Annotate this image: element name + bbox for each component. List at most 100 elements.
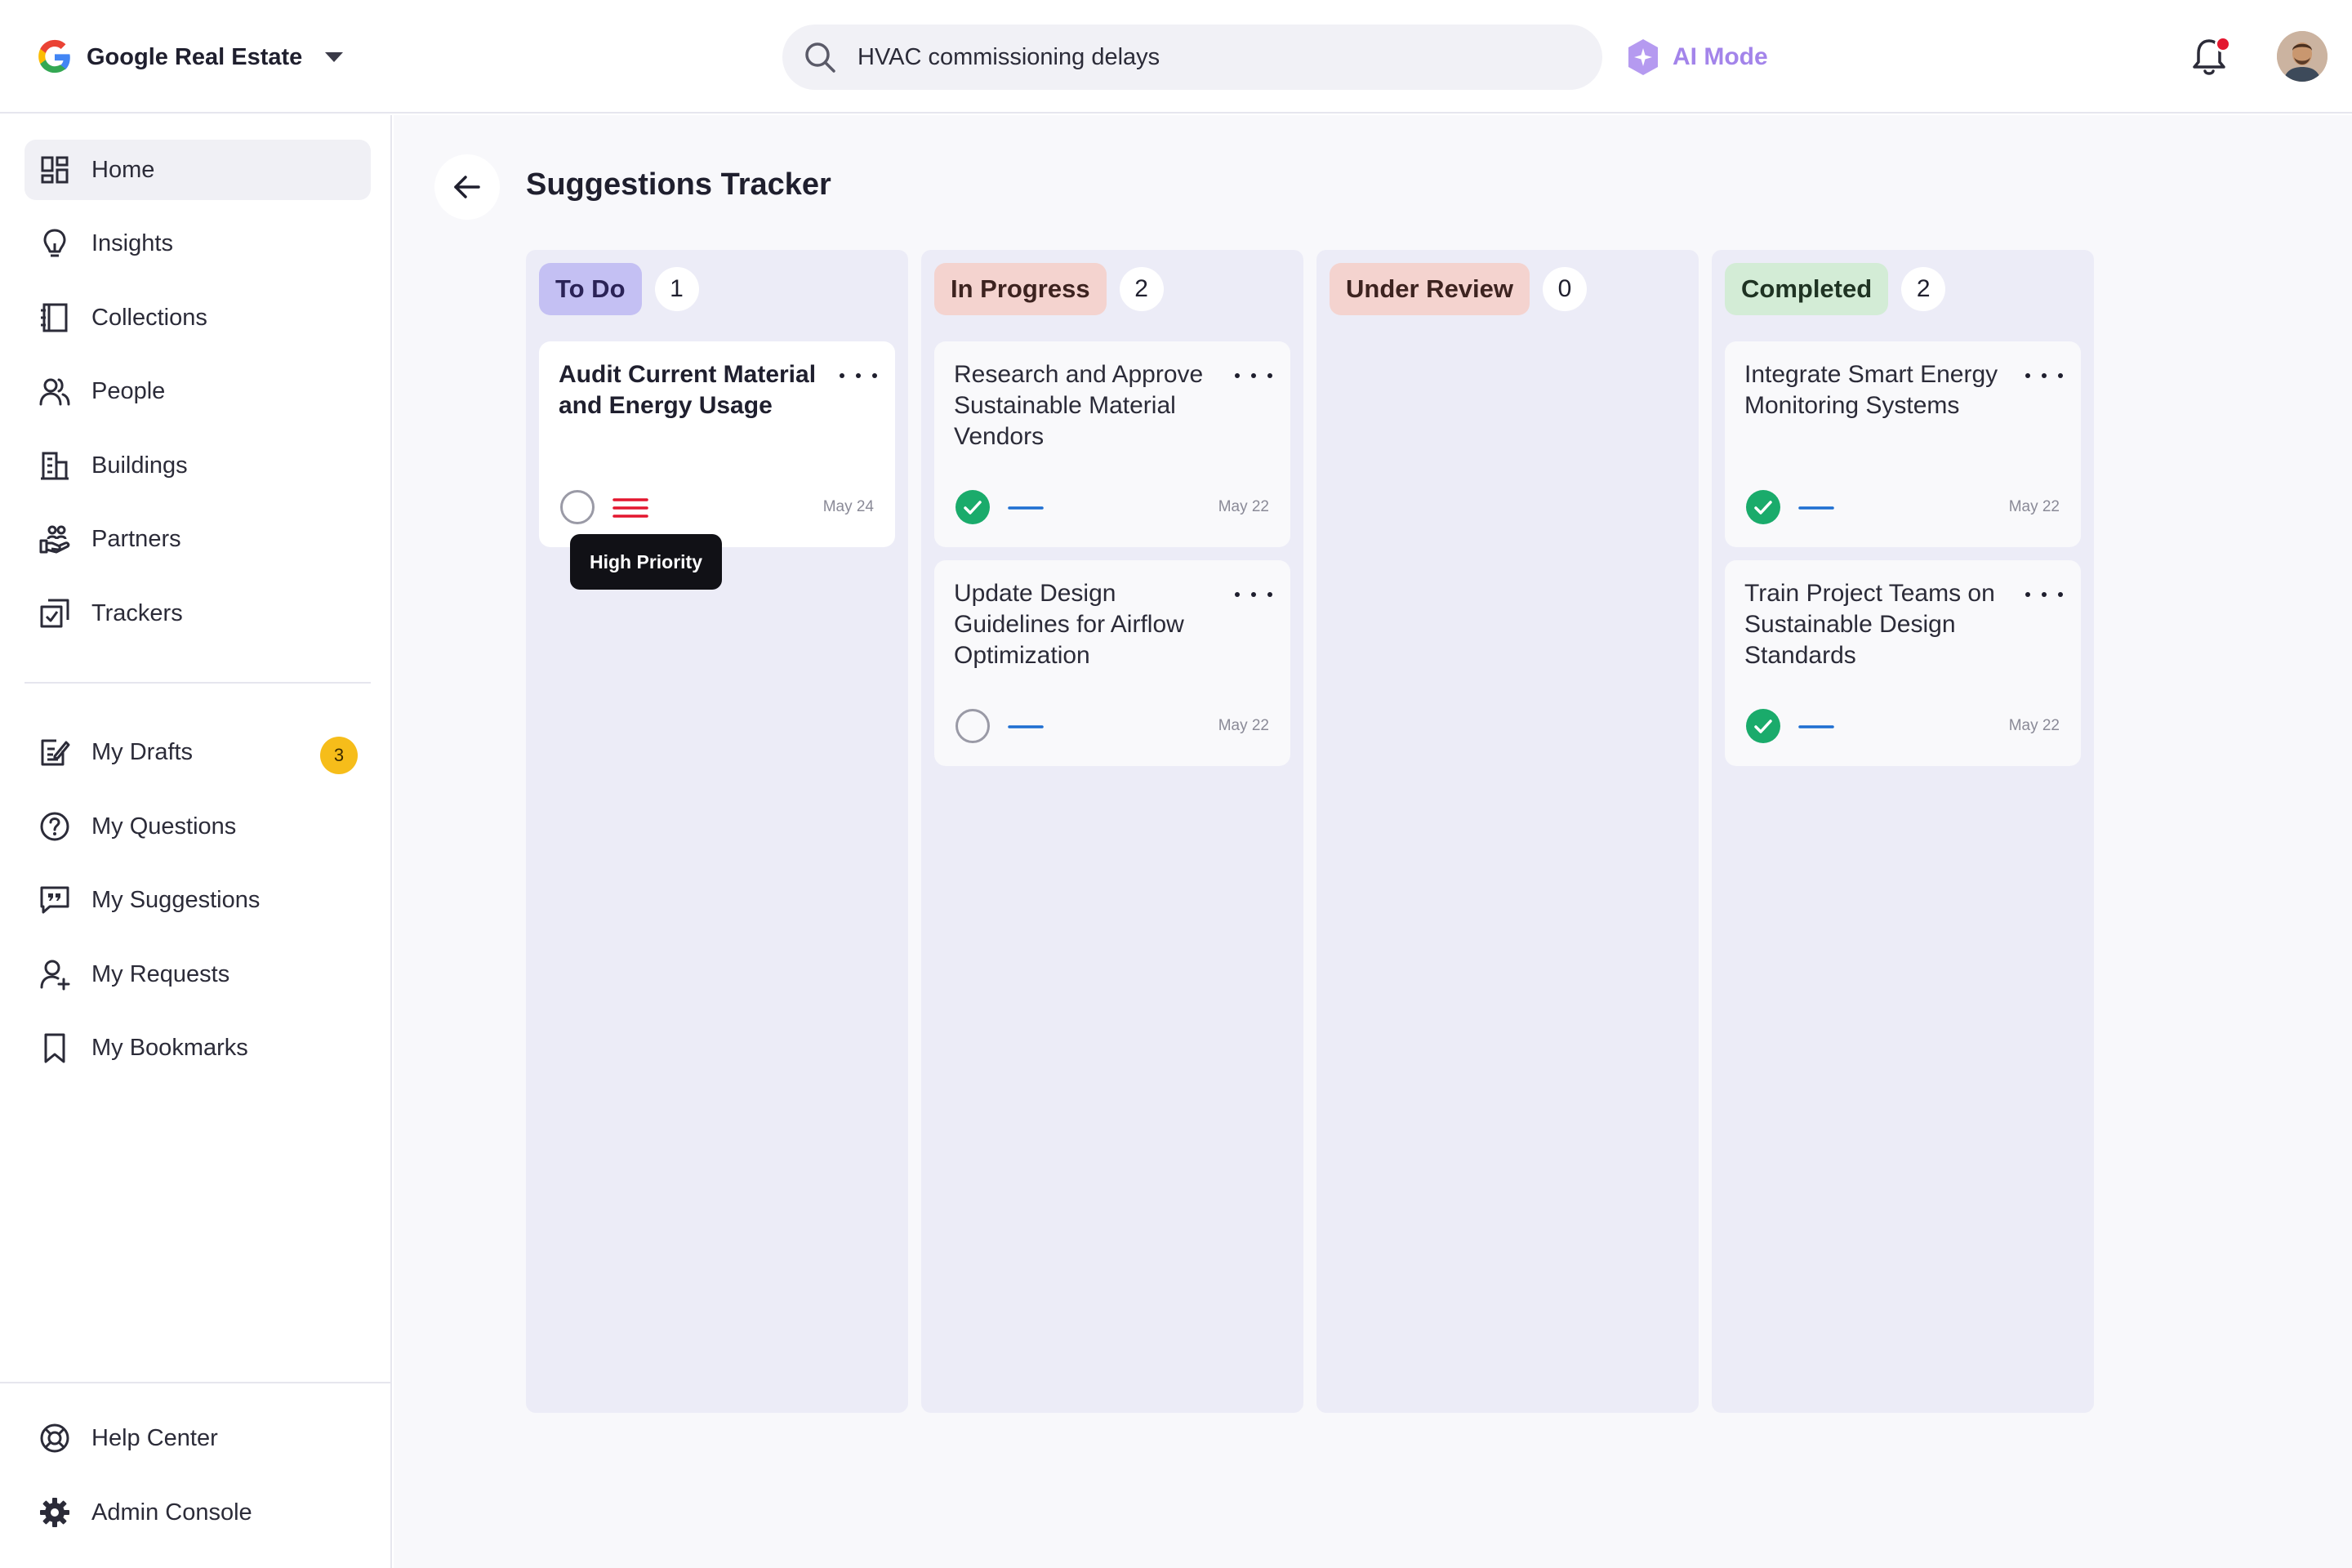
avatar-photo-icon (2277, 31, 2328, 82)
notification-dot (2215, 36, 2231, 52)
suggestion-card[interactable]: Update Design Guidelines for Airflow Opt… (934, 560, 1290, 766)
chevron-down-icon (325, 52, 344, 62)
status-open-circle-icon[interactable] (560, 490, 595, 524)
sidebar-item-label: My Requests (91, 960, 230, 987)
search-bar (782, 24, 1602, 90)
card-title: Train Project Teams on Sustainable Desig… (1744, 580, 1995, 669)
more-options-icon[interactable] (2025, 585, 2063, 604)
brand-switcher[interactable]: Google Real Estate (36, 36, 344, 78)
sidebar-item-label: Help Center (91, 1424, 218, 1451)
suggestion-card[interactable]: Integrate Smart Energy Monitoring System… (1725, 341, 2081, 547)
priority-medium-icon[interactable] (1798, 497, 1834, 519)
question-icon (40, 812, 69, 841)
sidebar-item-label: Partners (91, 525, 181, 552)
ai-mode-label: AI Mode (1673, 43, 1768, 70)
column-count: 1 (654, 267, 699, 311)
arrow-left-icon (454, 176, 480, 198)
notifications-button[interactable] (2189, 36, 2231, 78)
sidebar-item-label: Collections (91, 304, 207, 331)
people-icon (39, 378, 70, 406)
card-date: May 24 (822, 498, 874, 515)
app-root: Google Real Estate AI Mode (0, 0, 2352, 1568)
lifebuoy-icon (40, 1423, 69, 1453)
main-content: Suggestions Tracker To Do 1 Audit Curren… (394, 115, 2352, 1568)
drafts-icon (41, 739, 70, 766)
status-done-check-icon[interactable] (1746, 490, 1780, 524)
gear-icon (40, 1498, 69, 1527)
card-title: Integrate Smart Energy Monitoring System… (1744, 361, 1998, 419)
more-options-icon[interactable] (2025, 366, 2063, 385)
sidebar-item-collections[interactable]: Collections (24, 287, 371, 348)
card-date: May 22 (1218, 717, 1269, 734)
sidebar-item-trackers[interactable]: Trackers (24, 583, 371, 644)
priority-high-icon[interactable] (612, 497, 648, 519)
sidebar-item-label: Insights (91, 229, 173, 256)
handshake-icon (39, 525, 70, 554)
sidebar-item-label: Home (91, 156, 155, 183)
status-open-circle-icon[interactable] (956, 709, 990, 743)
sidebar-item-label: My Drafts (91, 738, 194, 765)
search-input[interactable] (858, 43, 1576, 71)
drafts-count-badge: 3 (320, 737, 358, 774)
search-icon (805, 42, 835, 73)
column-under-review: Under Review 0 (1316, 250, 1699, 1413)
building-icon (41, 452, 69, 480)
priority-medium-icon[interactable] (1008, 497, 1044, 519)
more-options-icon[interactable] (840, 366, 877, 385)
priority-medium-icon[interactable] (1008, 715, 1044, 738)
column-header: Under Review 0 (1330, 263, 1588, 315)
card-date: May 22 (1218, 498, 1269, 515)
card-date: May 22 (2008, 717, 2060, 734)
more-options-icon[interactable] (1235, 585, 1272, 604)
bookmark-icon (44, 1033, 65, 1063)
column-label: In Progress (934, 263, 1107, 315)
sidebar-item-my-requests[interactable]: My Requests (24, 944, 371, 1004)
back-button[interactable] (434, 154, 500, 220)
column-in-progress: In Progress 2 Research and Approve Susta… (921, 250, 1303, 1413)
sidebar-item-home[interactable]: Home (24, 140, 371, 200)
column-label: Under Review (1330, 263, 1530, 315)
user-avatar[interactable] (2277, 31, 2328, 82)
column-label: Completed (1725, 263, 1889, 315)
sidebar-item-insights[interactable]: Insights (24, 213, 371, 274)
column-header: In Progress 2 (934, 263, 1164, 315)
top-bar: Google Real Estate AI Mode (0, 0, 2352, 114)
status-done-check-icon[interactable] (1746, 709, 1780, 743)
sidebar-item-my-drafts[interactable]: My Drafts 3 (24, 722, 371, 782)
priority-tooltip: High Priority (570, 534, 722, 590)
sidebar: Home Insights Collections People Buildin… (0, 115, 392, 1568)
column-to-do: To Do 1 Audit Current Material and Energ… (526, 250, 908, 1413)
card-title: Research and Approve Sustainable Materia… (954, 361, 1204, 450)
sidebar-item-label: My Questions (91, 813, 237, 840)
google-logo-icon (38, 39, 70, 74)
sidebar-item-help-center[interactable]: Help Center (24, 1408, 371, 1468)
page-title: Suggestions Tracker (526, 167, 831, 202)
more-options-icon[interactable] (1235, 366, 1272, 385)
sidebar-divider (24, 682, 371, 684)
sidebar-item-label: Trackers (91, 599, 183, 626)
column-count: 2 (1901, 267, 1946, 311)
sidebar-item-partners[interactable]: Partners (24, 509, 371, 569)
home-grid-icon (41, 156, 69, 184)
sidebar-item-buildings[interactable]: Buildings (24, 435, 371, 496)
sidebar-item-admin-console[interactable]: Admin Console (24, 1482, 371, 1543)
card-date: May 22 (2008, 498, 2060, 515)
ai-mode-button[interactable]: AI Mode (1625, 38, 1768, 77)
column-header: To Do 1 (539, 263, 699, 315)
priority-medium-icon[interactable] (1798, 715, 1834, 738)
sidebar-item-my-suggestions[interactable]: My Suggestions (24, 870, 371, 930)
sidebar-footer-divider (0, 1382, 392, 1383)
suggestion-card[interactable]: Train Project Teams on Sustainable Desig… (1725, 560, 2081, 766)
status-done-check-icon[interactable] (956, 490, 990, 524)
suggestion-card[interactable]: Audit Current Material and Energy Usage … (539, 341, 895, 590)
sidebar-item-people[interactable]: People (24, 361, 371, 421)
sidebar-item-label: People (91, 377, 166, 404)
suggestion-card[interactable]: Research and Approve Sustainable Materia… (934, 341, 1290, 547)
person-add-icon (40, 960, 70, 991)
column-count: 0 (1543, 267, 1588, 311)
sidebar-item-my-bookmarks[interactable]: My Bookmarks (24, 1018, 371, 1078)
card-title: Audit Current Material and Energy Usage (559, 361, 817, 419)
sidebar-item-my-questions[interactable]: My Questions (24, 796, 371, 857)
sidebar-item-label: Buildings (91, 452, 188, 479)
column-count: 2 (1119, 267, 1164, 311)
